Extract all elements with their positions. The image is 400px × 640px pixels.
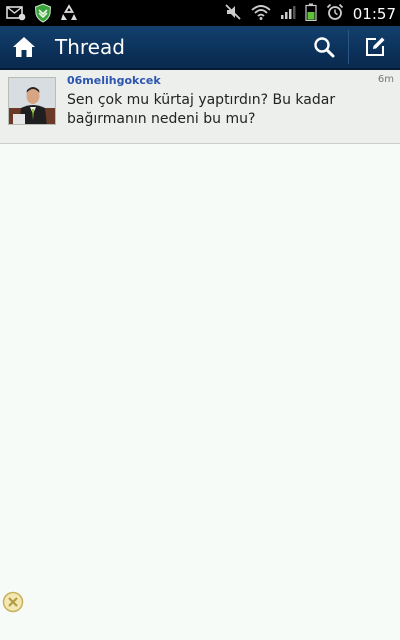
message-text: Sen çok mu kürtaj yaptırdın? Bu kadar ba… [67,92,336,127]
search-button[interactable] [300,26,348,68]
action-bar-divider [348,30,349,64]
recycle-icon [60,4,78,26]
battery-icon [305,3,317,25]
close-icon [2,591,24,617]
wifi-icon [251,4,271,24]
home-button[interactable] [0,26,48,68]
mute-icon [224,3,242,25]
shield-icon [34,3,52,27]
close-button[interactable] [2,591,24,613]
message-username[interactable]: 06melihgokcek [67,74,161,87]
avatar[interactable] [8,77,56,125]
clock-time: 01:57 [352,5,396,23]
action-bar: Thread [0,26,400,70]
message-row[interactable]: 06melihgokcek 6m Sen çok mu kürtaj yaptı… [0,70,400,144]
mail-icon [6,5,26,25]
compose-button[interactable] [350,26,400,68]
alarm-icon [326,3,344,25]
status-bar: 01:57 [0,0,400,26]
signal-icon [280,4,296,24]
page-title: Thread [55,35,125,59]
message-timestamp: 6m [377,74,394,85]
